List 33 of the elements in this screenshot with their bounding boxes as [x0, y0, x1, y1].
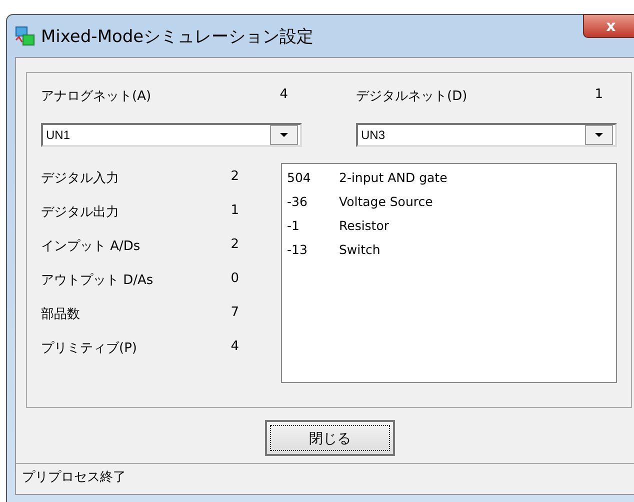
analog-net-dropdown[interactable]: UN1 — [41, 123, 302, 147]
stat-label: デジタル出力 — [41, 204, 119, 221]
digital-net-count: 1 — [594, 87, 603, 104]
close-dialog-button[interactable]: 閉じる — [265, 420, 395, 456]
stat-value: 1 — [230, 203, 239, 220]
stat-value: 0 — [230, 271, 239, 288]
caret-icon — [595, 133, 603, 137]
part-name: 2-input AND gate — [339, 169, 448, 187]
part-id: -13 — [287, 241, 308, 259]
part-id: -36 — [287, 193, 308, 211]
stat-label: プリミティブ(P) — [41, 340, 137, 357]
stat-value: 4 — [230, 339, 239, 356]
stat-label: アウトプット D/As — [41, 272, 154, 289]
close-button[interactable]: x — [583, 14, 634, 38]
stat-value: 2 — [230, 237, 239, 254]
stat-label: デジタル入力 — [41, 170, 119, 187]
stat-label: インプット A/Ds — [41, 238, 140, 255]
window-title: Mixed-Modeシミュレーション設定 — [41, 26, 314, 48]
digital-net-label: デジタルネット(D) — [356, 88, 468, 105]
caret-icon — [280, 133, 288, 137]
part-name: Voltage Source — [339, 193, 433, 211]
digital-net-dropdown[interactable]: UN3 — [356, 123, 617, 147]
stat-value: 2 — [230, 169, 239, 186]
analog-net-label: アナログネット(A) — [41, 88, 152, 105]
app-icon — [15, 26, 35, 46]
part-name: Resistor — [339, 217, 389, 235]
analog-net-count: 4 — [280, 87, 288, 104]
part-id: -1 — [287, 217, 300, 235]
part-id: 504 — [287, 169, 312, 187]
stat-label: 部品数 — [41, 306, 80, 323]
part-name: Switch — [339, 241, 380, 259]
status-bar: プリプロセス終了 — [16, 463, 634, 492]
stat-value: 7 — [230, 305, 239, 322]
